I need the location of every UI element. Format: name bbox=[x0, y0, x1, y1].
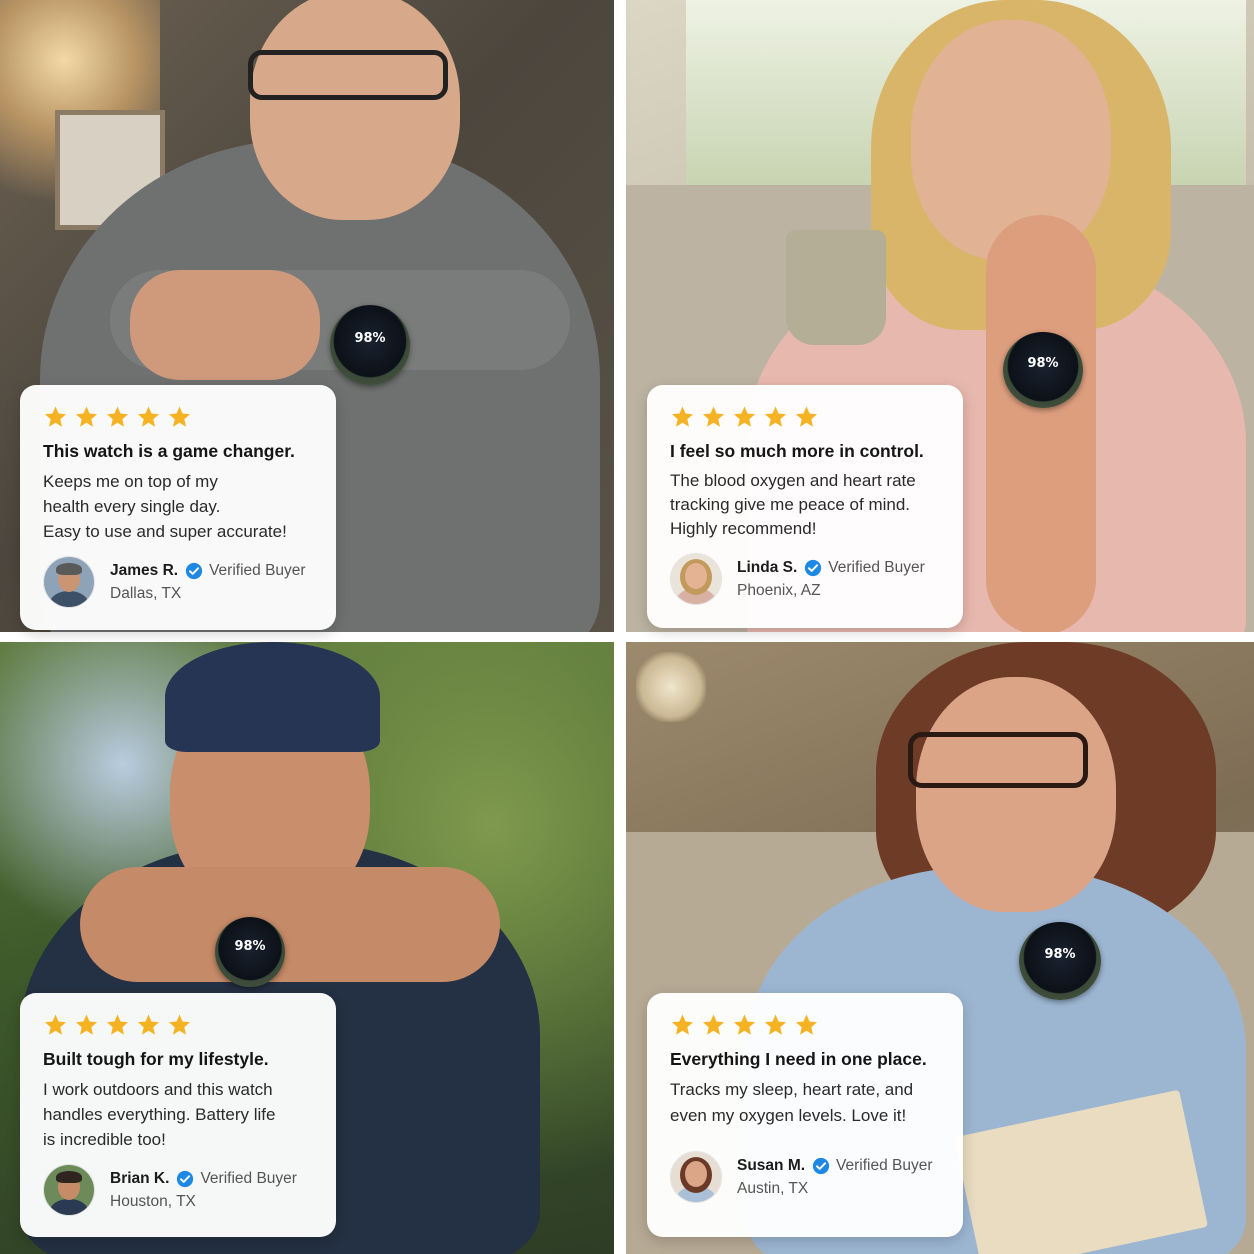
reviewer-location: Phoenix, AZ bbox=[737, 581, 821, 599]
smartwatch: 98% bbox=[215, 917, 285, 987]
review-body: The blood oxygen and heart rate tracking… bbox=[670, 471, 916, 538]
baseball-cap bbox=[165, 642, 380, 752]
review-card: This watch is a game changer. Keeps me o… bbox=[20, 385, 336, 630]
star-rating bbox=[43, 1013, 314, 1037]
star-icon bbox=[107, 1014, 128, 1035]
review-body: I work outdoors and this watch handles e… bbox=[43, 1080, 276, 1149]
star-icon bbox=[703, 1014, 724, 1035]
reviewer-location: Austin, TX bbox=[737, 1179, 809, 1197]
smartwatch: 98% bbox=[1003, 332, 1083, 408]
reviewer-info: Linda S. Verified Buyer Phoenix, AZ bbox=[670, 553, 941, 605]
reviewer-info: Susan M. Verified Buyer Austin, TX bbox=[670, 1151, 941, 1203]
verified-badge-icon bbox=[185, 562, 203, 579]
star-icon bbox=[672, 1014, 693, 1035]
star-rating bbox=[670, 405, 941, 429]
review-headline: Everything I need in one place. bbox=[670, 1049, 927, 1069]
star-icon bbox=[45, 1014, 66, 1035]
smartwatch: 98% bbox=[1019, 922, 1101, 1000]
star-icon bbox=[138, 1014, 159, 1035]
person-arm bbox=[986, 215, 1096, 632]
star-icon bbox=[169, 406, 190, 427]
star-icon bbox=[734, 406, 755, 427]
reviewer-name: James R. bbox=[110, 561, 179, 579]
star-icon bbox=[169, 1014, 190, 1035]
star-icon bbox=[107, 406, 128, 427]
man-avatar-icon bbox=[43, 1164, 95, 1216]
woman-avatar-icon bbox=[670, 553, 722, 605]
person-arm bbox=[80, 867, 500, 982]
verified-buyer-label: Verified Buyer bbox=[828, 558, 925, 576]
star-icon bbox=[703, 406, 724, 427]
review-headline: Built tough for my lifestyle. bbox=[43, 1049, 269, 1069]
verified-badge-icon bbox=[177, 1170, 194, 1187]
lamp-glow bbox=[636, 652, 706, 722]
verified-buyer-label: Verified Buyer bbox=[200, 1169, 297, 1187]
coffee-mug bbox=[786, 230, 886, 345]
review-body: Tracks my sleep, heart rate, and even my… bbox=[670, 1080, 914, 1125]
reviewer-name: Linda S. bbox=[737, 558, 798, 576]
star-icon bbox=[734, 1014, 755, 1035]
verified-badge-icon bbox=[805, 559, 822, 576]
reviewer-location: Houston, TX bbox=[110, 1192, 196, 1210]
person-head bbox=[250, 0, 460, 220]
woman-avatar-icon bbox=[670, 1151, 722, 1203]
reviewer-info: James R. Verified Buyer Dallas, TX bbox=[43, 556, 314, 608]
star-icon bbox=[76, 406, 97, 427]
review-headline: This watch is a game changer. bbox=[43, 441, 295, 461]
smartwatch: 98% bbox=[330, 305, 410, 385]
star-icon bbox=[45, 406, 66, 427]
verified-badge-icon bbox=[812, 1157, 830, 1174]
person-hand bbox=[130, 270, 320, 380]
eyeglasses bbox=[908, 732, 1088, 788]
verified-buyer-label: Verified Buyer bbox=[836, 1156, 933, 1174]
reviewer-info: Brian K. Verified Buyer Houston, TX bbox=[43, 1164, 314, 1216]
star-icon bbox=[138, 406, 159, 427]
reviewer-name: Susan M. bbox=[737, 1156, 806, 1174]
review-card: I feel so much more in control. The bloo… bbox=[647, 385, 963, 628]
star-icon bbox=[796, 406, 817, 427]
reviewer-location: Dallas, TX bbox=[110, 584, 182, 602]
man-avatar-icon bbox=[43, 556, 95, 608]
review-card: Everything I need in one place. Tracks m… bbox=[647, 993, 963, 1237]
eyeglasses bbox=[248, 50, 448, 100]
star-icon bbox=[672, 406, 693, 427]
star-icon bbox=[765, 406, 786, 427]
star-icon bbox=[76, 1014, 97, 1035]
person-head bbox=[916, 677, 1116, 912]
star-rating bbox=[43, 405, 314, 429]
verified-buyer-label: Verified Buyer bbox=[209, 561, 306, 579]
star-rating bbox=[670, 1013, 941, 1037]
star-icon bbox=[765, 1014, 786, 1035]
review-body: Keeps me on top of my health every singl… bbox=[43, 472, 287, 541]
star-icon bbox=[796, 1014, 817, 1035]
reviewer-name: Brian K. bbox=[110, 1169, 170, 1187]
review-card: Built tough for my lifestyle. I work out… bbox=[20, 993, 336, 1237]
review-headline: I feel so much more in control. bbox=[670, 441, 924, 461]
